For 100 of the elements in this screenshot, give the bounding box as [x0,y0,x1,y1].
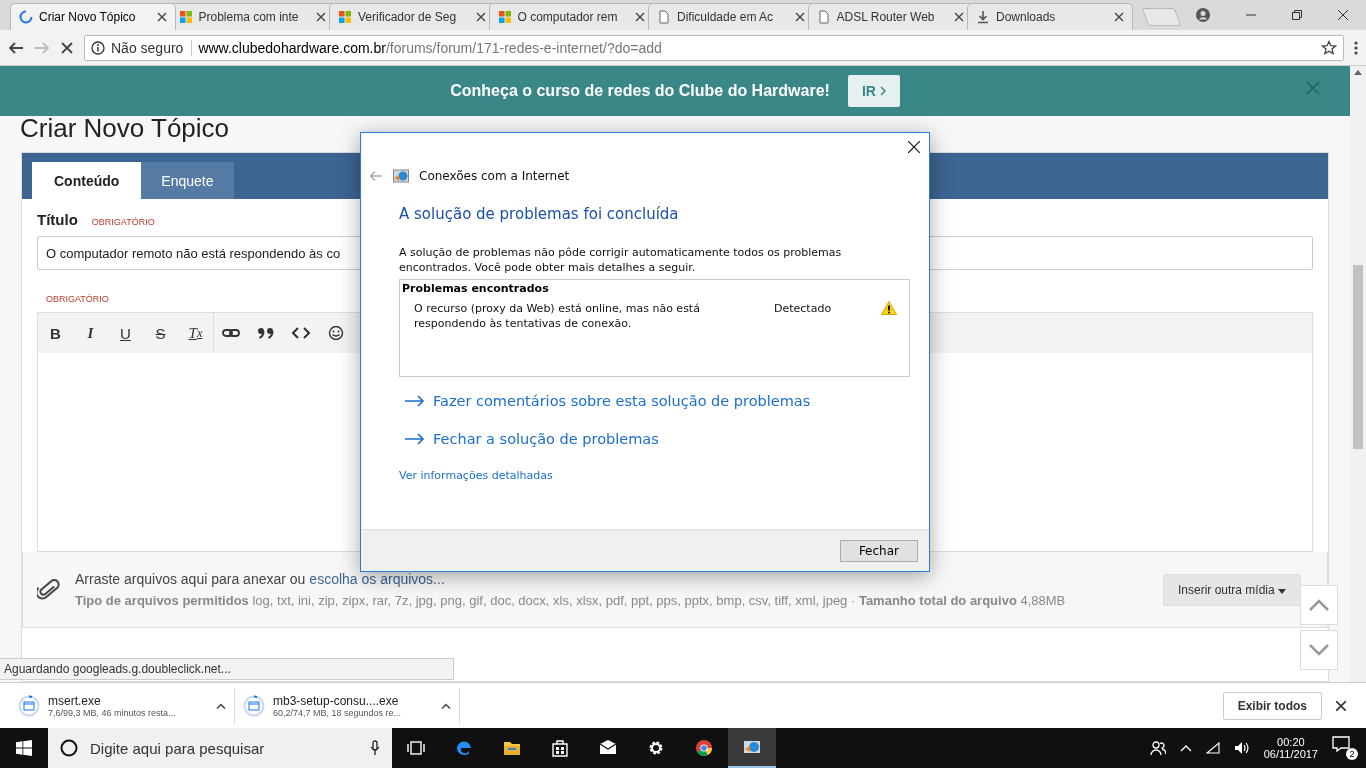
close-icon[interactable] [316,12,326,22]
chevron-right-icon [879,86,886,96]
link-icon [221,326,240,340]
quote-icon [256,326,275,340]
mail-envelope-icon[interactable] [599,739,617,757]
smiley-icon [327,326,344,340]
go-button[interactable]: IR [847,75,900,107]
forward-arrow-icon [34,39,50,56]
required-label: OBRIGATÓRIO [46,294,110,304]
search-box[interactable]: Digite aqui para pesquisar [48,728,392,768]
browser-tab[interactable]: Downloads [967,3,1133,30]
folder-icon[interactable] [503,739,521,757]
arrow-right-icon [405,395,425,407]
chevron-up-icon [1309,599,1329,611]
scrollbar-thumb[interactable] [1353,265,1363,449]
document-icon [816,10,831,24]
field-label: Título [37,211,78,228]
speaker-icon[interactable] [1233,741,1250,755]
close-icon[interactable] [156,12,167,22]
format-button[interactable]: I [73,318,108,348]
network-globe-icon[interactable] [743,738,761,756]
choose-files-link[interactable]: escolha os arquivos... [309,571,445,587]
warning-icon [881,301,897,315]
show-all-button[interactable]: Exibir todos [1222,691,1322,720]
tab-title: Verificador de Seg [358,10,458,24]
scrollbar[interactable] [1350,66,1366,682]
close-icon[interactable] [908,141,920,153]
browser-tab[interactable]: Criar Novo Tópico [10,3,176,30]
close-icon[interactable] [1336,700,1346,711]
insert-media-button[interactable]: Inserir outra mídia [1162,573,1301,606]
menu-icon[interactable] [1354,39,1358,56]
close-button[interactable]: Fechar [839,539,918,562]
windows-start-icon[interactable] [16,740,32,756]
file-name: mb3-setup-consu....exe [273,693,400,708]
file-name: msert.exe [48,693,102,708]
chrome-icon[interactable] [695,739,713,757]
edge-browser-icon[interactable] [455,739,473,757]
scroll-up-icon[interactable] [1354,70,1362,75]
arrow-right-icon [405,433,425,445]
info-icon [91,40,105,55]
details-link[interactable]: Ver informações detalhadas [399,469,910,482]
bookmark-star-icon[interactable] [1321,39,1337,56]
chevron-up-icon[interactable] [441,702,451,709]
action-center-button[interactable]: 2 [1332,736,1356,760]
file-progress-icon [243,694,265,717]
security-label: Não seguro [111,39,193,56]
address-bar[interactable]: Não seguro www.clubedohardware.com.br/forums/forum/171-redes-e-internet/?do=add [84,34,1344,61]
scroll-bottom-button[interactable] [1300,630,1338,670]
download-icon [976,10,990,24]
windows-logo-icon [178,10,193,24]
tab-title: Downloads [996,10,1057,24]
stop-loading-icon[interactable] [60,40,74,55]
command-link[interactable]: Fazer comentários sobre esta solução de problemas [405,393,910,409]
status-text: Aguardando googleads.g.doubleclick.net... [0,658,454,680]
format-button[interactable]: U [108,318,143,348]
chevron-down-icon [1309,644,1329,656]
clock-time: 00:20 [1277,736,1305,748]
download-item[interactable]: msert.exe 7,6/99,3 MB, 46 minutos resta... [10,687,235,724]
close-icon[interactable] [794,12,805,22]
problem-text: O recurso (proxy da Web) está online, mas não está respondendo às tentativas de conexão. [414,301,701,331]
attach-instructions: Arraste arquivos aqui para anexar ou [75,571,306,587]
task-view-icon[interactable] [407,739,425,757]
file-progress-icon [18,694,40,717]
clock-date: 06/11/2017 [1263,748,1318,760]
scroll-top-button[interactable] [1300,585,1338,625]
page-title: Criar Novo Tópico [20,112,231,145]
download-progress-text: 7,6/99,3 MB, 46 minutos resta... [48,707,177,718]
tab[interactable]: Conteúdo [32,162,142,199]
people-icon[interactable] [1149,740,1166,756]
restore-icon[interactable] [1292,10,1302,20]
back-arrow-icon[interactable] [8,39,24,56]
cortana-circle-icon [60,739,78,757]
network-globe-icon [393,169,409,183]
close-icon[interactable] [475,12,486,22]
close-icon[interactable] [1338,10,1348,20]
close-icon[interactable] [954,12,964,22]
banner-text: Conheça o curso de redes do Clube do Hardware! [450,82,830,100]
format-button[interactable]: S [143,318,178,348]
profile-icon[interactable] [1196,8,1210,22]
format-button[interactable]: B [38,318,73,348]
command-link[interactable]: Fechar a solução de problemas [405,431,910,447]
chevron-up-icon[interactable] [216,702,226,709]
store-bag-icon[interactable] [551,739,569,757]
loading-spinner-icon [19,10,33,24]
gear-icon[interactable] [647,739,665,757]
windows-logo-icon [338,10,352,24]
close-icon[interactable] [635,12,645,22]
dialog-heading: A solução de problemas foi concluída [399,205,680,223]
windows-logo-icon [497,10,512,24]
close-icon[interactable] [1113,12,1124,22]
microphone-icon[interactable] [370,740,380,756]
url-text: www.clubedohardware.com.br/forums/forum/171-redes-e-internet/?do=add [198,39,662,56]
tab[interactable]: Enquete [141,162,234,199]
download-item[interactable]: mb3-setup-consu....exe 60,2/74,7 MB, 18 segundos re... [235,687,460,724]
tab-title: Problema com inte [198,10,300,24]
file-types-text: Tipo de arquivos permitidos log, txt, ini, zip, zipx, rar, 7z, jpg, png, gif, doc, docx, xls, xlsx, pdf, ppt, pps, pptx, bmp, csv, tiff, xml, jpeg · Tamanho total do arquivo 4,88MB [75,593,1067,608]
tab-title: ADSL Router Web [836,10,936,24]
tab-title: Criar Novo Tópico [39,10,137,24]
download-progress-text: 60,2/74,7 MB, 18 segundos re... [273,707,403,718]
problem-status: Detectado [774,301,833,317]
